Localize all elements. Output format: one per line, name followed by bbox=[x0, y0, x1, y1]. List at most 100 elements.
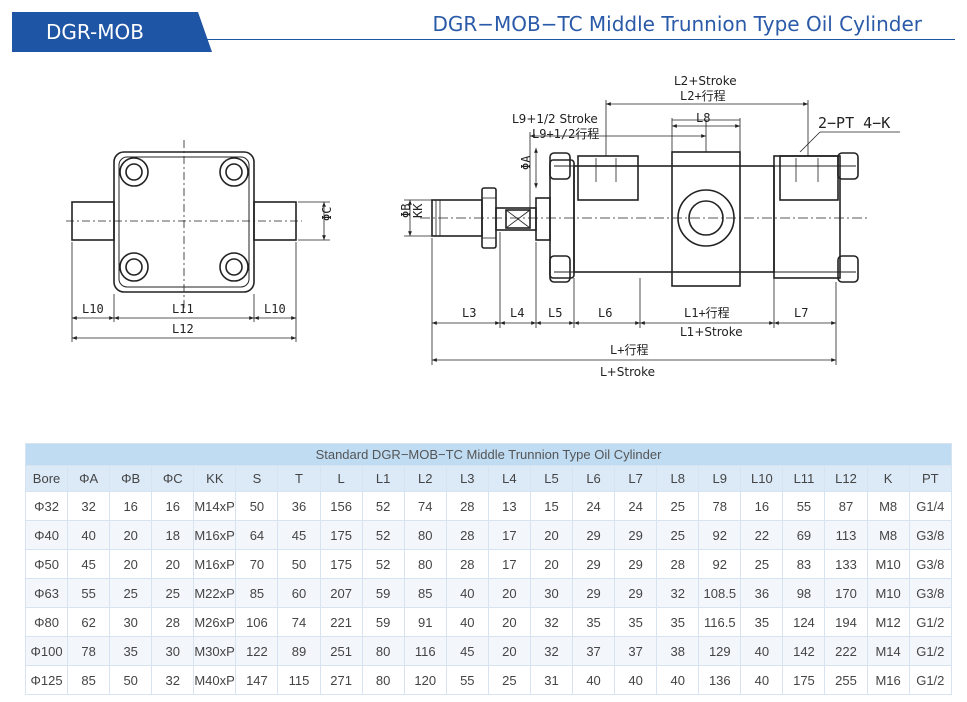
dim-l-stroke-cn: L+行程 bbox=[610, 342, 648, 357]
table-cell: 221 bbox=[319, 607, 363, 637]
table-row: Φ125855032M40xP2147115271801205525314040… bbox=[24, 665, 953, 695]
technical-drawing: L10 L11 L10 L12 ΦC L2+Stroke L2+行程 L9+1/… bbox=[0, 60, 967, 430]
table-cell: 50 bbox=[277, 549, 321, 579]
table-row: Φ100783530M30xP1.51228925180116452032373… bbox=[24, 636, 953, 666]
dim-l12: L12 bbox=[172, 322, 194, 336]
table-cell: 136 bbox=[698, 665, 742, 695]
table-cell: Φ63 bbox=[24, 578, 69, 608]
table-cell: 52 bbox=[361, 491, 405, 521]
table-cell: G1/2 bbox=[908, 607, 953, 637]
table-cell: 175 bbox=[319, 549, 363, 579]
table-cell: 25 bbox=[740, 549, 784, 579]
table-cell: 59 bbox=[361, 578, 405, 608]
table-cell: 55 bbox=[67, 578, 111, 608]
table-cell: 32 bbox=[151, 665, 195, 695]
table-cell: 22 bbox=[740, 520, 784, 550]
table-cell: G3/8 bbox=[908, 520, 953, 550]
table-cell: M26xP1.5 bbox=[193, 607, 237, 637]
table-body: Φ32321616M14xP1.550361565274281315242425… bbox=[24, 491, 953, 695]
table-cell: 115 bbox=[277, 665, 321, 695]
table-cell: 17 bbox=[487, 520, 531, 550]
table-cell: 83 bbox=[782, 549, 826, 579]
table-cell: 45 bbox=[445, 636, 489, 666]
table-cell: 29 bbox=[614, 549, 658, 579]
table-cell: 40 bbox=[445, 578, 489, 608]
table-cell: 74 bbox=[277, 607, 321, 637]
table-cell: 124 bbox=[782, 607, 826, 637]
table-cell: 113 bbox=[824, 520, 868, 550]
table-cell: 156 bbox=[319, 491, 363, 521]
column-header: L3 bbox=[445, 465, 489, 492]
table-cell: M14 bbox=[866, 636, 910, 666]
dim-l10-left: L10 bbox=[82, 302, 104, 316]
table-cell: 20 bbox=[487, 636, 531, 666]
table-cell: M40xP2 bbox=[193, 665, 237, 695]
table-cell: 116 bbox=[403, 636, 447, 666]
table-row: Φ80623028M26xP1.510674221599140203235353… bbox=[24, 607, 953, 637]
table-cell: 29 bbox=[572, 520, 616, 550]
column-header: L10 bbox=[740, 465, 784, 492]
column-header: KK bbox=[193, 465, 237, 492]
table-cell: 175 bbox=[782, 665, 826, 695]
column-header: L1 bbox=[361, 465, 405, 492]
table-cell: 35 bbox=[656, 607, 700, 637]
dim-l9-stroke-cn: L9+1/2行程 bbox=[532, 126, 599, 141]
column-header: L12 bbox=[824, 465, 868, 492]
side-view bbox=[66, 140, 330, 342]
table-cell: 25 bbox=[656, 520, 700, 550]
table-cell: 207 bbox=[319, 578, 363, 608]
table-cell: 30 bbox=[529, 578, 574, 608]
table-header-row: Bore ΦA ΦB ΦC KK S T L L1 L2 L3 L4 L5 L6 L7 L8 L9 L10 L11 L… bbox=[24, 465, 953, 492]
table-cell: Φ80 bbox=[24, 607, 69, 637]
table-cell: M22xP1.5 bbox=[193, 578, 237, 608]
table-cell: 108.5 bbox=[698, 578, 742, 608]
table-cell: 28 bbox=[656, 549, 700, 579]
table-cell: M16 bbox=[866, 665, 910, 695]
table-cell: 50 bbox=[235, 491, 279, 521]
table-cell: 40 bbox=[740, 636, 784, 666]
table-cell: 64 bbox=[235, 520, 279, 550]
table-cell: M10 bbox=[866, 549, 910, 579]
table-cell: 52 bbox=[361, 549, 405, 579]
table-cell: 80 bbox=[403, 520, 447, 550]
table-cell: 133 bbox=[824, 549, 868, 579]
table-cell: M8 bbox=[866, 520, 910, 550]
table-cell: M16xP1.5 bbox=[193, 520, 237, 550]
column-header: L4 bbox=[487, 465, 531, 492]
table-cell: 89 bbox=[277, 636, 321, 666]
column-header: L6 bbox=[572, 465, 616, 492]
table-cell: 32 bbox=[529, 636, 574, 666]
table-cell: Φ32 bbox=[24, 491, 69, 521]
table-cell: 20 bbox=[529, 549, 574, 579]
table-cell: 28 bbox=[445, 520, 489, 550]
column-header: L2 bbox=[403, 465, 447, 492]
table-cell: 69 bbox=[782, 520, 826, 550]
table-cell: 36 bbox=[740, 578, 784, 608]
dim-l3: L3 bbox=[462, 306, 476, 320]
table-cell: 35 bbox=[109, 636, 153, 666]
table-cell: 16 bbox=[151, 491, 195, 521]
table-cell: 25 bbox=[487, 665, 531, 695]
table-cell: 116.5 bbox=[698, 607, 742, 637]
column-header: T bbox=[277, 465, 321, 492]
table-cell: 29 bbox=[572, 549, 616, 579]
column-header: K bbox=[866, 465, 910, 492]
table-cell: 16 bbox=[109, 491, 153, 521]
table-cell: 30 bbox=[109, 607, 153, 637]
column-header: ΦB bbox=[109, 465, 153, 492]
table-row: Φ63552525M22xP1.585602075985402030292932… bbox=[24, 578, 953, 608]
table-cell: G1/2 bbox=[908, 636, 953, 666]
table-cell: 35 bbox=[740, 607, 784, 637]
table-cell: 194 bbox=[824, 607, 868, 637]
column-header: L bbox=[319, 465, 363, 492]
table-cell: 35 bbox=[614, 607, 658, 637]
table-cell: 70 bbox=[235, 549, 279, 579]
table-cell: 32 bbox=[67, 491, 111, 521]
table-cell: 147 bbox=[235, 665, 279, 695]
table-cell: 255 bbox=[824, 665, 868, 695]
table-cell: 36 bbox=[277, 491, 321, 521]
table-cell: 40 bbox=[614, 665, 658, 695]
column-header: L8 bbox=[656, 465, 700, 492]
dim-l6: L6 bbox=[598, 306, 612, 320]
table-cell: Φ125 bbox=[24, 665, 69, 695]
